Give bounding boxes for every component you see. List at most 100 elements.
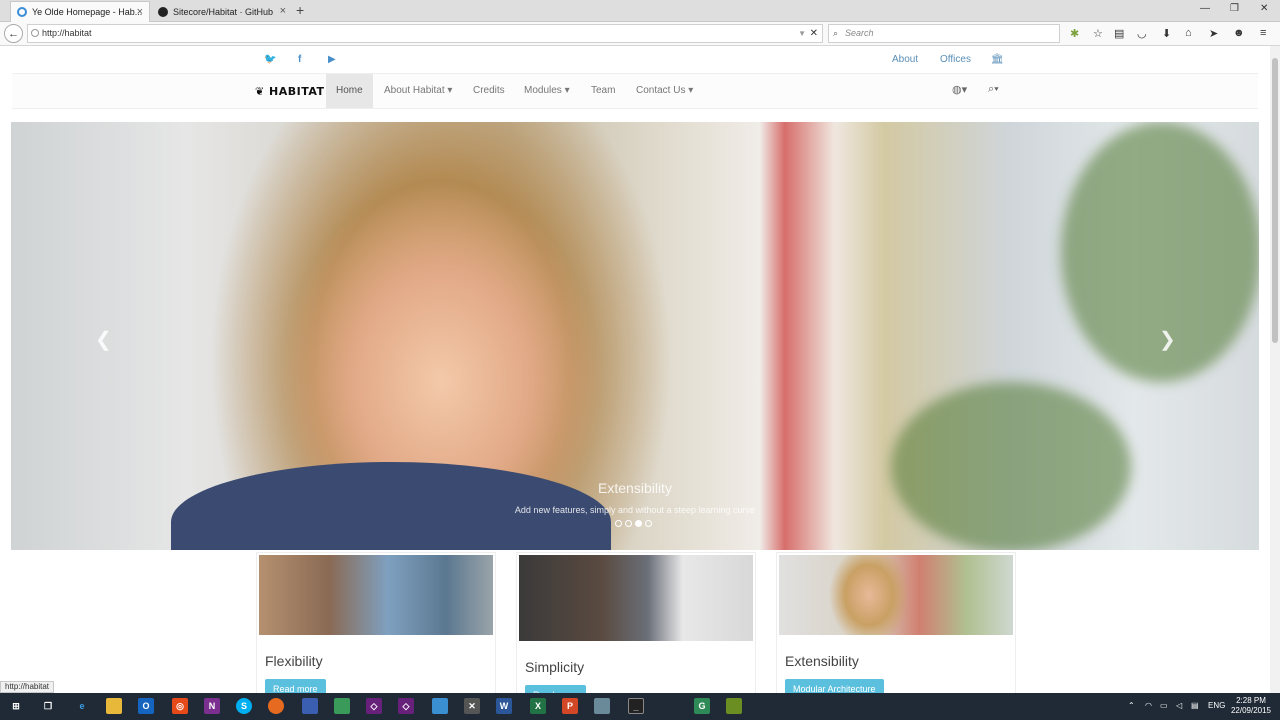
close-window-icon[interactable]: ✕ xyxy=(1260,3,1268,14)
send-icon[interactable]: ➤ xyxy=(1209,27,1218,40)
card-read-more-button[interactable]: Read more xyxy=(265,679,326,693)
search-toggle-icon[interactable]: ⌕▾ xyxy=(988,83,999,96)
close-tab-icon[interactable]: × xyxy=(137,6,143,18)
search-bar[interactable]: ⌕ Search xyxy=(828,24,1060,43)
top-link-about[interactable]: About xyxy=(892,54,918,65)
wifi-icon[interactable]: ◠ xyxy=(1145,701,1152,710)
network-icon[interactable]: ▭ xyxy=(1160,701,1168,710)
page-scrollbar[interactable] xyxy=(1270,46,1280,693)
extension-icon[interactable]: ✱ xyxy=(1070,27,1079,40)
carousel-next-arrow[interactable]: ❯ xyxy=(1159,327,1176,352)
bookmark-star-icon[interactable]: ☆ xyxy=(1093,27,1103,40)
firefox-icon[interactable] xyxy=(268,698,284,714)
clock-time: 2:28 PM xyxy=(1236,696,1266,705)
carousel-dot-active[interactable] xyxy=(635,520,642,527)
logo-text: HABITAT xyxy=(269,85,325,98)
pocket-icon[interactable]: ◡ xyxy=(1137,27,1147,40)
twitter-icon[interactable]: 🐦 xyxy=(264,54,276,65)
carousel-dot[interactable] xyxy=(615,520,622,527)
scrollbar-thumb[interactable] xyxy=(1272,58,1278,343)
browser-tab-github[interactable]: Sitecore/Habitat · GitHub × xyxy=(152,1,292,22)
browser-toolbar: ← http://habitat ▼ ✕ ⌕ Search xyxy=(0,22,1280,46)
volume-icon[interactable]: ◁ xyxy=(1176,701,1182,710)
card-modular-architecture-button[interactable]: Modular Architecture xyxy=(785,679,884,693)
visual-studio-icon[interactable]: ◇ xyxy=(398,698,414,714)
app-icon[interactable]: ◎ xyxy=(172,698,188,714)
main-navbar: ❦ HABITAT Home About Habitat ▾ Credits M… xyxy=(12,73,1258,109)
url-dropdown-icon[interactable]: ▼ xyxy=(798,25,806,42)
back-button[interactable]: ← xyxy=(4,24,23,43)
edge-icon[interactable]: e xyxy=(74,698,90,714)
download-icon[interactable]: ⬇ xyxy=(1162,27,1171,40)
app-icon[interactable] xyxy=(334,698,350,714)
task-view-icon[interactable]: ❐ xyxy=(40,698,56,714)
skype-icon[interactable]: S xyxy=(236,698,252,714)
minecraft-icon[interactable] xyxy=(726,698,742,714)
card-title: Extensibility xyxy=(785,653,859,669)
url-bar[interactable]: http://habitat ▼ ✕ xyxy=(27,24,823,43)
top-link-offices[interactable]: Offices xyxy=(940,54,971,65)
outlook-icon[interactable]: O xyxy=(138,698,154,714)
terminal-icon[interactable]: _ xyxy=(628,698,644,714)
carousel-prev-arrow[interactable]: ❮ xyxy=(95,327,112,352)
carousel-dot[interactable] xyxy=(625,520,632,527)
search-icon: ⌕ xyxy=(833,28,839,38)
taskbar-clock[interactable]: 2:28 PM 22/09/2015 xyxy=(1228,696,1274,716)
minimize-icon[interactable]: — xyxy=(1200,3,1210,14)
app-icon[interactable] xyxy=(302,698,318,714)
tray-chevron-icon[interactable]: ⌃ xyxy=(1128,701,1135,710)
app-icon[interactable]: G xyxy=(694,698,710,714)
app-icon[interactable] xyxy=(432,698,448,714)
home-icon[interactable]: ⌂ xyxy=(1185,27,1192,39)
github-icon xyxy=(158,6,168,17)
foliage-shape xyxy=(891,382,1131,550)
feature-card-extensibility: Extensibility Modular Architecture xyxy=(776,552,1016,693)
notifications-icon[interactable]: ▤ xyxy=(1191,701,1199,710)
facebook-icon[interactable]: f xyxy=(298,54,301,65)
institution-icon[interactable]: 🏛 xyxy=(991,54,1004,65)
language-indicator[interactable]: ENG xyxy=(1208,701,1225,710)
onenote-icon[interactable]: N xyxy=(204,698,220,714)
search-placeholder: Search xyxy=(845,28,874,38)
word-icon[interactable]: W xyxy=(496,698,512,714)
browser-tab-strip: Ye Olde Homepage - Hab... × Sitecore/Hab… xyxy=(0,0,1280,22)
close-tab-icon[interactable]: × xyxy=(280,5,286,17)
hero-title: Extensibility xyxy=(598,480,672,496)
clipboard-icon[interactable]: ▤ xyxy=(1114,27,1124,40)
hero-carousel[interactable]: ❮ ❯ Extensibility Add new features, simp… xyxy=(11,122,1259,550)
nav-modules[interactable]: Modules ▾ xyxy=(514,74,580,108)
nav-team[interactable]: Team xyxy=(581,74,625,108)
nav-contact-us[interactable]: Contact Us ▾ xyxy=(626,74,703,108)
carousel-dot[interactable] xyxy=(645,520,652,527)
card-read-more-button[interactable]: Read more xyxy=(525,685,586,693)
new-tab-button[interactable]: + xyxy=(296,2,304,18)
restore-icon[interactable]: ❐ xyxy=(1230,3,1239,14)
stop-icon[interactable]: ✕ xyxy=(810,25,818,42)
status-url: http://habitat xyxy=(0,681,55,693)
youtube-icon[interactable]: ▶ xyxy=(328,54,336,65)
language-globe-icon[interactable]: ◍▾ xyxy=(952,83,967,96)
tools-icon[interactable]: ✕ xyxy=(464,698,480,714)
nav-about-habitat[interactable]: About Habitat ▾ xyxy=(374,74,462,108)
site-logo[interactable]: ❦ HABITAT xyxy=(255,85,325,98)
feature-card-simplicity: Simplicity Read more xyxy=(516,552,756,693)
clock-date: 22/09/2015 xyxy=(1230,706,1272,715)
menu-icon[interactable]: ≡ xyxy=(1260,27,1266,39)
card-title: Simplicity xyxy=(525,659,585,675)
windows-taskbar: ⊞ ❐ e O ◎ N S ◇ ◇ ✕ W X P _ G ⌃ ◠ ▭ ◁ ▤ … xyxy=(0,693,1280,720)
nav-home[interactable]: Home xyxy=(326,74,373,108)
excel-icon[interactable]: X xyxy=(530,698,546,714)
card-image xyxy=(779,555,1013,635)
nav-credits[interactable]: Credits xyxy=(463,74,515,108)
chat-icon[interactable]: ☻ xyxy=(1233,27,1245,39)
globe-icon xyxy=(31,29,39,37)
card-image xyxy=(259,555,493,635)
powerpoint-icon[interactable]: P xyxy=(562,698,578,714)
windows-start-icon[interactable]: ⊞ xyxy=(8,698,24,714)
file-explorer-icon[interactable] xyxy=(106,698,122,714)
card-title: Flexibility xyxy=(265,653,323,669)
browser-tab-habitat[interactable]: Ye Olde Homepage - Hab... × xyxy=(10,1,150,22)
app-icon[interactable] xyxy=(594,698,610,714)
hero-subtitle: Add new features, simply and without a s… xyxy=(514,505,756,515)
visual-studio-icon[interactable]: ◇ xyxy=(366,698,382,714)
